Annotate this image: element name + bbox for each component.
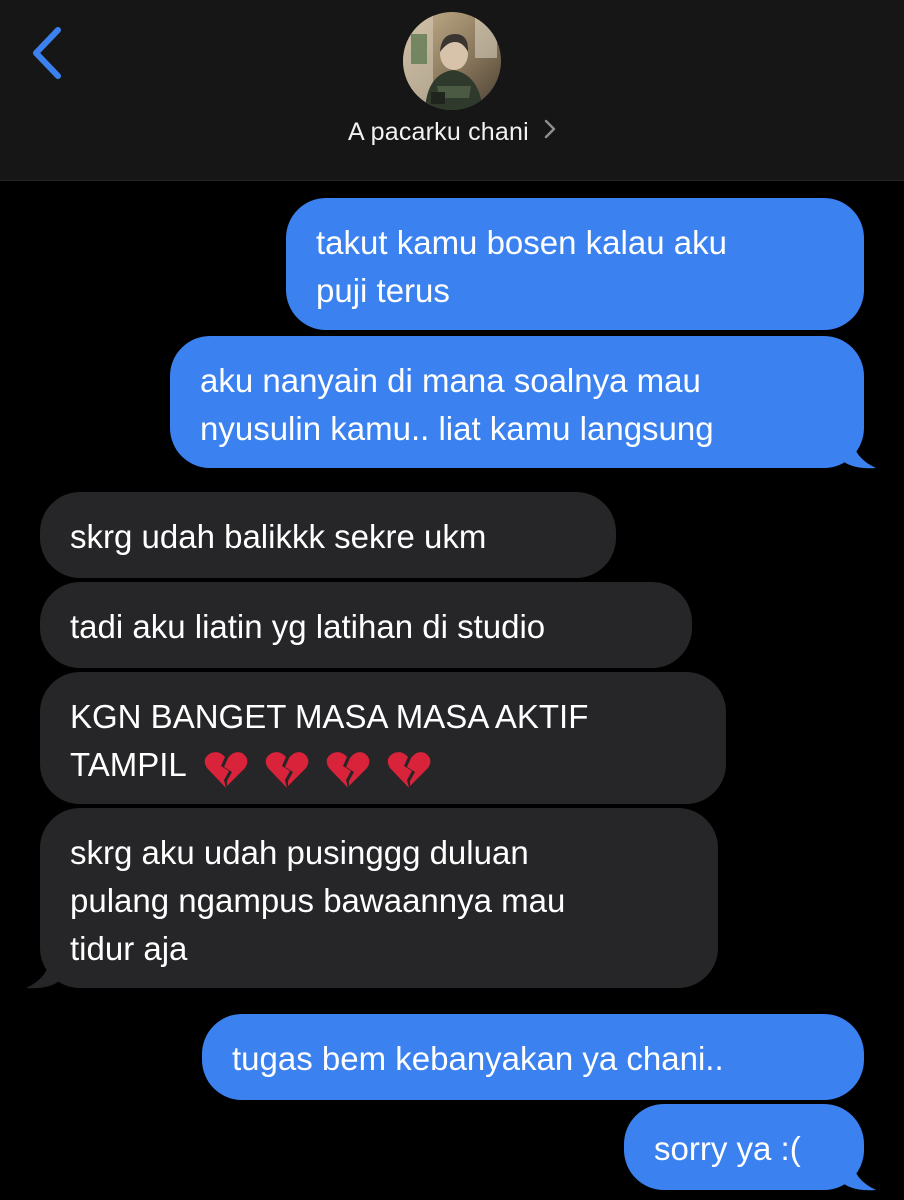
message-line: pulang ngampus bawaannya mau	[70, 882, 566, 919]
bubble-tail	[26, 958, 64, 989]
contact-name: A pacarku chani	[347, 118, 529, 146]
sent-message-bubble[interactable]: sorry ya :(	[624, 1104, 864, 1190]
message-line: puji terus	[316, 272, 450, 309]
message-line: skrg udah balikkk sekre ukm	[70, 518, 487, 555]
message-line: nyusulin kamu.. liat kamu langsung	[200, 410, 714, 447]
received-message-bubble[interactable]: skrg udah balikkk sekre ukm	[40, 492, 616, 578]
sent-message-bubble[interactable]: aku nanyain di mana soalnya mau nyusulin…	[170, 336, 864, 468]
message-line: KGN BANGET MASA MASA AKTIF	[70, 698, 589, 735]
broken-heart-icon	[387, 751, 431, 788]
message-line: sorry ya :(	[654, 1130, 801, 1167]
message-line: tugas bem kebanyakan ya chani..	[232, 1040, 724, 1077]
sent-message-bubble[interactable]: tugas bem kebanyakan ya chani..	[202, 1014, 864, 1100]
broken-heart-icon	[265, 751, 309, 788]
broken-heart-icon	[204, 751, 248, 788]
message-line: tidur aja	[70, 930, 188, 967]
bubble-tail	[838, 1160, 876, 1191]
avatar-photo	[403, 12, 501, 110]
back-button[interactable]	[26, 24, 74, 82]
received-message-bubble[interactable]: KGN BANGET MASA MASA AKTIF TAMPIL	[40, 672, 726, 804]
conversation-header: A pacarku chani	[0, 0, 904, 181]
broken-heart-icon	[326, 751, 370, 788]
emoji-group	[203, 743, 439, 791]
message-line: skrg aku udah pusinggg duluan	[70, 834, 529, 871]
message-line: aku nanyain di mana soalnya mau	[200, 362, 701, 399]
message-line: tadi aku liatin yg latihan di studio	[70, 608, 546, 645]
contact-avatar[interactable]	[403, 12, 501, 110]
message-line: takut kamu bosen kalau aku	[316, 224, 727, 261]
received-message-bubble[interactable]: skrg aku udah pusinggg duluan pulang nga…	[40, 808, 718, 988]
bubble-tail	[838, 438, 876, 469]
chevron-left-icon	[33, 27, 61, 79]
contact-name-button[interactable]: A pacarku chani	[0, 118, 904, 148]
message-line: TAMPIL	[70, 746, 186, 783]
chevron-right-icon	[544, 117, 556, 146]
sent-message-bubble[interactable]: takut kamu bosen kalau aku puji terus	[286, 198, 864, 330]
received-message-bubble[interactable]: tadi aku liatin yg latihan di studio	[40, 582, 692, 668]
